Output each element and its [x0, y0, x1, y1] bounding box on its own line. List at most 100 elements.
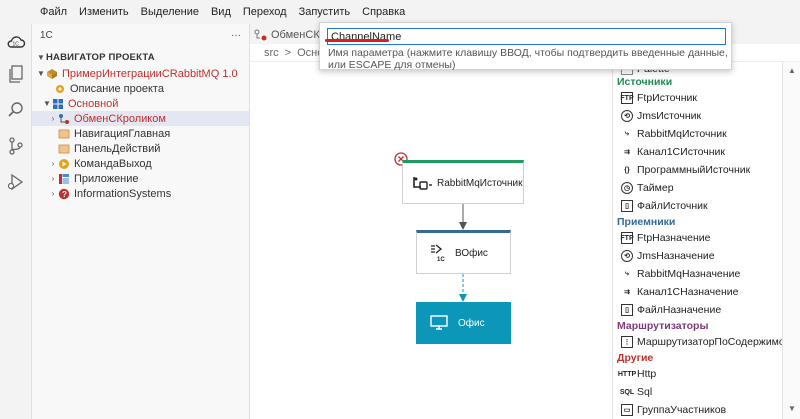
- application-icon: [59, 173, 69, 184]
- tree-item-information-systems[interactable]: › ? InformationSystems: [32, 186, 249, 201]
- jms-icon: ⟲: [621, 250, 633, 262]
- scroll-down-icon[interactable]: ▼: [788, 404, 796, 413]
- monitor-icon: [430, 315, 448, 330]
- menu-run[interactable]: Запустить: [299, 6, 351, 18]
- project-navigator: 1С ··· ▼ НАВИГАТОР ПРОЕКТА ▼ ПримерИнтег…: [32, 24, 250, 419]
- palette-item-content-router[interactable]: ⋮ МаршрутизаторПоСодержимому: [613, 333, 782, 351]
- tree-item-module[interactable]: ▼ Основной: [32, 96, 249, 111]
- parameter-name-popup: Имя параметра (нажмите клавишу ВВОД, что…: [319, 22, 732, 71]
- palette-group-sources[interactable]: Источники: [613, 75, 782, 89]
- palette-item-file-source[interactable]: ▯ ФайлИсточник: [613, 197, 782, 215]
- file-icon: ▯: [621, 304, 633, 316]
- arrowhead: [459, 294, 467, 302]
- sql-icon: SQL: [619, 388, 635, 396]
- channel-icon: ⇉: [624, 149, 630, 156]
- palette-item-sql[interactable]: SQL Sql: [613, 383, 782, 401]
- chevron-right-icon: ›: [51, 189, 55, 198]
- cloud-1c-icon[interactable]: 1С: [6, 32, 26, 52]
- palette-item-group[interactable]: ▭ ГруппаУчастников: [613, 401, 782, 419]
- source-control-icon[interactable]: [6, 136, 26, 156]
- breadcrumb-src[interactable]: src: [264, 47, 279, 59]
- tree-item-project[interactable]: ▼ ПримерИнтеграцииCRabbitMQ 1.0: [32, 66, 249, 81]
- channel-icon: ⇉: [624, 289, 630, 296]
- channel-1c-badge: 1С: [437, 257, 445, 263]
- menu-edit[interactable]: Изменить: [79, 6, 129, 18]
- highlight-underline: [325, 39, 389, 42]
- palette-item-jms-source[interactable]: ⟲ JmsИсточник: [613, 107, 782, 125]
- palette-item-1c-channel-target[interactable]: ⇉ Канал1СНазначение: [613, 283, 782, 301]
- menu-go[interactable]: Переход: [243, 6, 287, 18]
- code-icon: {}: [624, 166, 630, 174]
- integration-icon: [59, 113, 69, 124]
- rabbitmq-source-icon: [413, 177, 432, 190]
- arrowhead: [459, 222, 467, 230]
- explorer-icon[interactable]: [6, 64, 26, 84]
- palette-item-jms-target[interactable]: ⟲ JmsНазначение: [613, 247, 782, 265]
- palette-item-rabbitmq-source[interactable]: ⤷ RabbitMqИсточник: [613, 125, 782, 143]
- command-icon: [59, 158, 69, 169]
- svg-text:?: ?: [62, 190, 67, 199]
- parameter-name-input[interactable]: [327, 28, 726, 45]
- palette-group-routers[interactable]: Маршрутизаторы: [613, 319, 782, 333]
- activity-bar: 1С: [0, 24, 32, 419]
- node-office[interactable]: Офис: [416, 302, 511, 344]
- palette-panel: Palette Источники FTPFtpИсточник ⟲JmsИст…: [612, 62, 782, 419]
- chevron-down-icon: ▼: [37, 69, 45, 78]
- navigation-icon: [58, 129, 70, 138]
- tree-item-application[interactable]: › Приложение: [32, 171, 249, 186]
- palette-item-http[interactable]: HTTP Http: [613, 365, 782, 383]
- sidebar-title: 1С: [40, 29, 53, 41]
- tree-item-description[interactable]: Описание проекта: [32, 81, 249, 96]
- node-to-office[interactable]: 1С ВОфис: [416, 230, 511, 274]
- menu-bar: Файл Изменить Выделение Вид Переход Запу…: [0, 0, 800, 24]
- http-icon: HTTP: [617, 370, 637, 378]
- router-icon: ⋮: [621, 336, 633, 348]
- palette-group-other[interactable]: Другие: [613, 351, 782, 365]
- breadcrumb-separator: >: [284, 46, 292, 59]
- sidebar-header: 1С ···: [32, 26, 249, 44]
- module-icon: [53, 98, 63, 109]
- group-icon: ▭: [621, 404, 633, 416]
- palette-item-1c-channel-source[interactable]: ⇉ Канал1СИсточник: [613, 143, 782, 161]
- menu-selection[interactable]: Выделение: [141, 6, 199, 18]
- scroll-up-icon[interactable]: ▲: [788, 66, 796, 75]
- palette-item-rabbitmq-target[interactable]: ⤷ RabbitMqНазначение: [613, 265, 782, 283]
- help-circle-icon: ?: [58, 188, 70, 199]
- jms-icon: ⟲: [621, 110, 633, 122]
- ftp-icon: FTP: [620, 232, 634, 244]
- svg-text:1С: 1С: [13, 42, 20, 48]
- palette-scrollbar[interactable]: ▲ ▼: [782, 62, 800, 419]
- chevron-down-icon: ▼: [36, 52, 46, 62]
- search-icon[interactable]: [6, 100, 26, 120]
- section-header[interactable]: ▼ НАВИГАТОР ПРОЕКТА: [32, 48, 249, 66]
- project-icon: [47, 68, 57, 79]
- diagram-canvas[interactable]: RabbitMqИсточник 1С ВОфис Офис: [250, 62, 610, 419]
- integration-error-icon: [254, 29, 267, 41]
- palette-item-program-source[interactable]: {} ПрограммныйИсточник: [613, 161, 782, 179]
- palette-item-file-target[interactable]: ▯ ФайлНазначение: [613, 301, 782, 319]
- rabbitmq-icon: ⤷: [625, 130, 629, 137]
- menu-view[interactable]: Вид: [211, 6, 231, 18]
- gear-icon: [56, 84, 64, 93]
- tree-item-exchange[interactable]: › ОбменСКроликом: [32, 111, 249, 126]
- palette-item-ftp-source[interactable]: FTP FtpИсточник: [613, 89, 782, 107]
- menu-help[interactable]: Справка: [362, 6, 405, 18]
- clock-icon: ◷: [621, 182, 633, 194]
- more-actions-button[interactable]: ···: [231, 30, 241, 41]
- tree-item-exit-command[interactable]: › КомандаВыход: [32, 156, 249, 171]
- run-debug-icon[interactable]: [6, 172, 26, 192]
- tree-item-navigation[interactable]: НавигацияГлавная: [32, 126, 249, 141]
- panel-icon: [58, 144, 70, 153]
- menu-file[interactable]: Файл: [40, 6, 67, 18]
- tree-item-action-panel[interactable]: ПанельДействий: [32, 141, 249, 156]
- palette-item-timer[interactable]: ◷ Таймер: [613, 179, 782, 197]
- ftp-icon: FTP: [620, 92, 634, 104]
- node-rabbitmq-source[interactable]: RabbitMqИсточник: [402, 160, 524, 204]
- input-hint: Имя параметра (нажмите клавишу ВВОД, что…: [328, 47, 728, 71]
- chevron-right-icon: ›: [51, 159, 55, 168]
- rabbitmq-icon: ⤷: [625, 270, 629, 277]
- chevron-down-icon: ▼: [43, 99, 51, 108]
- palette-item-ftp-target[interactable]: FTP FtpНазначение: [613, 229, 782, 247]
- file-icon: ▯: [621, 200, 633, 212]
- palette-group-receivers[interactable]: Приемники: [613, 215, 782, 229]
